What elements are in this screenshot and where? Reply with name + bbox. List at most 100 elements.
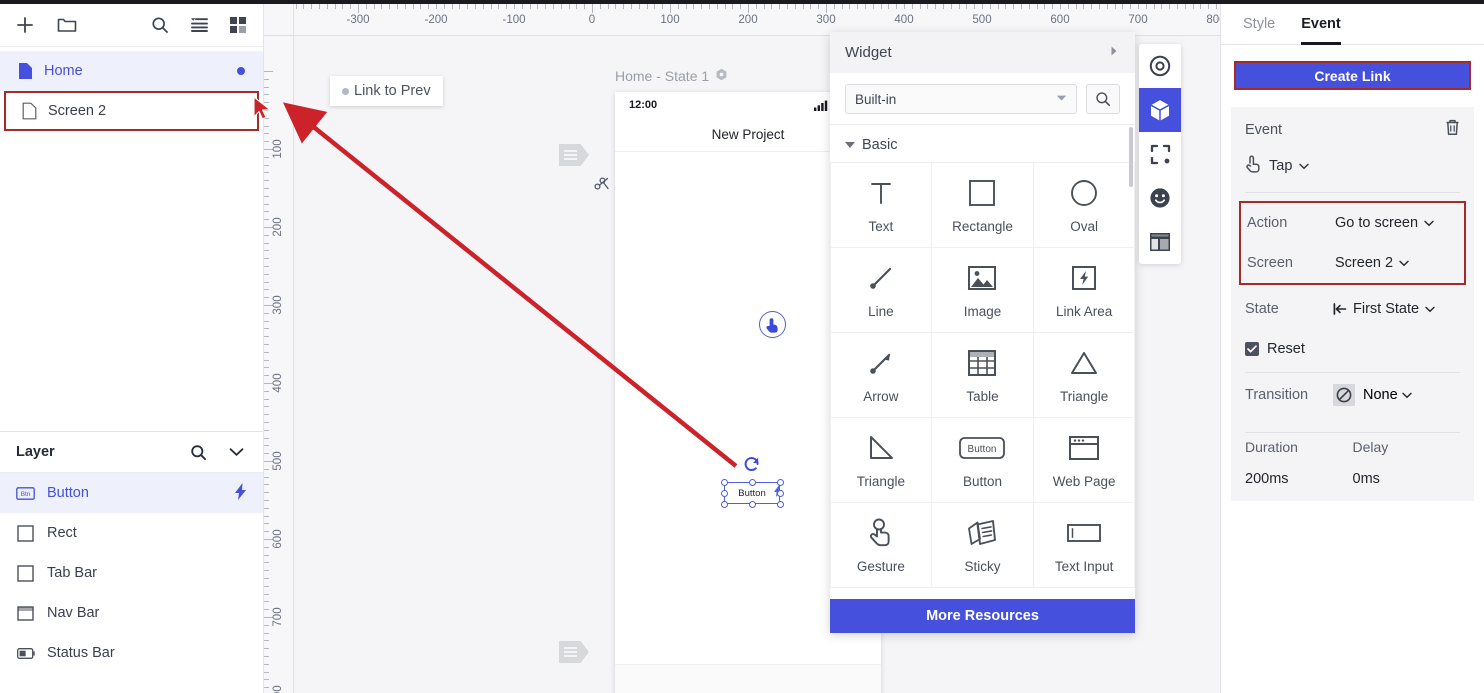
phone-tab-bar[interactable] (615, 664, 881, 693)
link-to-prev-tooltip[interactable]: Link to Prev (330, 76, 443, 106)
layer-search-icon[interactable] (187, 441, 209, 463)
selected-button-element[interactable]: Button (720, 457, 784, 508)
ruler-v-tick-label: 500 (272, 451, 284, 471)
widget-web-page[interactable]: Web Page (1032, 416, 1135, 503)
event-bolt-icon[interactable] (235, 482, 247, 504)
screen-value-select[interactable]: Screen 2 (1335, 255, 1409, 271)
action-value-select[interactable]: Go to screen (1335, 215, 1434, 231)
widget-label: Rectangle (952, 218, 1013, 234)
artboard-label-text: Home - State 1 (615, 68, 710, 84)
chevron-down-icon[interactable] (225, 441, 247, 463)
widget-table[interactable]: Table (931, 331, 1034, 418)
widget-oval[interactable]: Oval (1032, 161, 1135, 248)
layer-item-tab-bar[interactable]: Tab Bar (0, 553, 263, 593)
layer-item-status-bar[interactable]: Status Bar (0, 633, 263, 673)
widget-arrow[interactable]: Arrow (830, 331, 933, 418)
widget-triangle-up[interactable]: Triangle (1032, 331, 1135, 418)
resize-handle-w[interactable] (720, 489, 728, 497)
add-icon[interactable] (14, 14, 36, 36)
sort-list-icon[interactable] (188, 14, 210, 36)
ruler-tick (264, 141, 269, 143)
ruler-tick (264, 546, 269, 548)
tab-event[interactable]: Event (1301, 4, 1341, 45)
ruler-h-tick-label: -300 (346, 14, 370, 26)
resize-handle-e[interactable] (776, 489, 784, 497)
transition-value-select[interactable]: None (1363, 387, 1412, 403)
widget-search-button[interactable] (1086, 84, 1120, 114)
widget-library-select[interactable]: Built-in (845, 84, 1077, 114)
widget-image[interactable]: Image (931, 246, 1034, 333)
resize-handle-nw[interactable] (720, 478, 728, 486)
note-marker[interactable] (559, 641, 589, 663)
widget-text-input[interactable]: Text Input (1032, 501, 1135, 588)
more-resources-button[interactable]: More Resources (830, 599, 1135, 633)
widget-panel: Widget Built-in Basic Text Rectangle Ova… (830, 32, 1135, 633)
ruler-tick (264, 422, 269, 423)
ruler-tick (880, 4, 882, 9)
widget-line[interactable]: Line (830, 246, 933, 333)
folder-icon[interactable] (56, 14, 78, 36)
resize-handle-se[interactable] (776, 500, 784, 508)
resize-handle-ne[interactable] (776, 478, 784, 486)
widget-text[interactable]: Text (830, 161, 933, 248)
text-input-icon (1067, 516, 1102, 550)
resize-handle-n[interactable] (748, 478, 756, 486)
ruler-v-tick-label: 400 (272, 373, 284, 393)
ruler-tick (1200, 4, 1202, 9)
layer-item-nav-bar[interactable]: Nav Bar (0, 593, 263, 633)
resize-handle-sw[interactable] (720, 500, 728, 508)
duration-value[interactable]: 200ms (1245, 471, 1353, 487)
ruler-tick (693, 4, 695, 9)
chevron-right-icon[interactable] (1108, 44, 1120, 61)
right-panel: Style Event Create Link Event Tap Action… (1220, 4, 1484, 693)
event-trigger-label: Tap (1269, 158, 1293, 174)
phone-nav-title: New Project (711, 127, 785, 142)
delete-icon[interactable] (1445, 119, 1460, 141)
chevron-down-icon (1402, 392, 1412, 399)
search-icon[interactable] (149, 14, 171, 36)
reset-checkbox[interactable] (1245, 342, 1259, 356)
create-link-button[interactable]: Create Link (1234, 61, 1471, 90)
widget-triangle-right[interactable]: Triangle (830, 416, 933, 503)
state-gear-icon[interactable] (715, 68, 728, 84)
reset-checkbox-row[interactable]: Reset (1245, 341, 1460, 357)
tab-style[interactable]: Style (1243, 4, 1275, 45)
cube-icon[interactable] (1139, 88, 1181, 132)
ruler-tick (1060, 4, 1061, 9)
frame-icon[interactable] (1139, 132, 1181, 176)
layer-item-rect[interactable]: Rect (0, 513, 263, 553)
navbar-layer-icon (16, 604, 35, 623)
widget-scrollbar[interactable] (1129, 127, 1133, 187)
widget-section-basic[interactable]: Basic (830, 125, 1135, 162)
widget-sticky[interactable]: Sticky (931, 501, 1034, 588)
widget-link-area[interactable]: Link Area (1032, 246, 1135, 333)
widget-gesture[interactable]: Gesture (830, 501, 933, 588)
widget-rectangle[interactable]: Rectangle (931, 161, 1034, 248)
widget-button[interactable]: Button Button (931, 416, 1034, 503)
artboard-label[interactable]: Home - State 1 (615, 68, 728, 84)
screen-item-home[interactable]: Home (0, 51, 263, 91)
ruler-tick (428, 4, 430, 9)
resize-handle-s[interactable] (748, 500, 756, 508)
widget-panel-header[interactable]: Widget (830, 32, 1135, 73)
layer-item-button[interactable]: Btn Button (0, 473, 263, 513)
state-value-select[interactable]: First State (1333, 301, 1435, 317)
layout-icon[interactable] (1139, 220, 1181, 264)
widget-scroll-area[interactable]: Basic Text Rectangle Oval Line Image Lin… (830, 124, 1135, 599)
note-marker[interactable] (559, 144, 589, 166)
screen-item-screen-2[interactable]: Screen 2 (4, 91, 259, 131)
no-transition-icon[interactable] (1333, 384, 1355, 406)
event-trigger-select[interactable]: Tap (1245, 155, 1460, 177)
ruler-tick (264, 195, 269, 197)
tap-gesture-badge[interactable] (759, 311, 786, 338)
ruler-tick (560, 4, 562, 9)
action-label: Action (1247, 215, 1288, 231)
ruler-tick (264, 336, 269, 338)
smiley-icon[interactable] (1139, 176, 1181, 220)
target-icon[interactable] (1139, 44, 1181, 88)
bullet-icon (342, 87, 349, 95)
ruler-tick (264, 398, 269, 400)
delay-value[interactable]: 0ms (1353, 471, 1461, 487)
grid-view-icon[interactable] (227, 14, 249, 36)
rotate-handle-icon[interactable] (743, 456, 761, 479)
